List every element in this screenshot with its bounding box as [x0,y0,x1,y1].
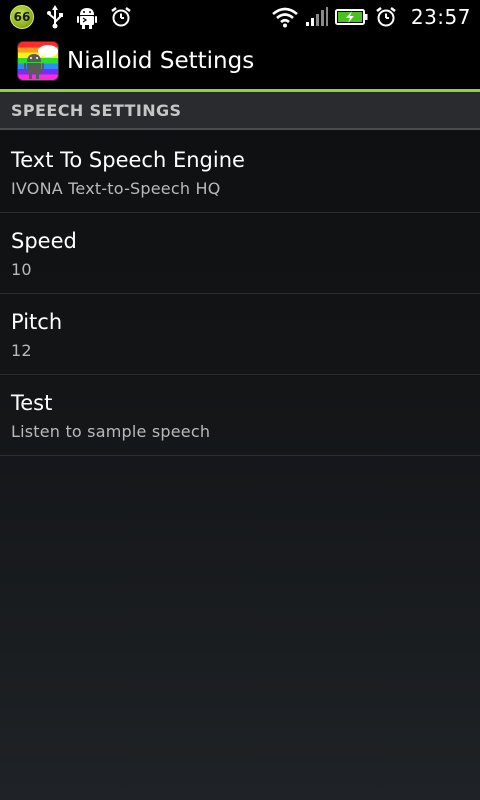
signal-icon [305,6,329,28]
category-label: SPEECH SETTINGS [11,100,182,120]
pref-title: Test [11,391,53,415]
alarm-icon [110,6,132,28]
notification-count-badge: 66 [10,4,34,29]
pref-title: Pitch [11,310,63,334]
status-bar-right: 23:57 [271,0,480,33]
pref-tts-engine[interactable]: Text To Speech Engine IVONA Text-to-Spee… [0,132,480,213]
usb-icon [46,4,64,29]
pref-summary: 10 [11,260,32,279]
screen: 66 23:57 Nialloid Settings SPEECH SETTIN… [0,0,480,800]
preference-list: Text To Speech Engine IVONA Text-to-Spee… [0,132,480,456]
notification-count: 66 [13,9,31,24]
clock: 23:57 [410,4,471,29]
pref-summary: IVONA Text-to-Speech HQ [11,179,221,198]
pref-summary: Listen to sample speech [11,422,211,441]
preference-category-header: SPEECH SETTINGS [0,92,480,130]
pref-pitch[interactable]: Pitch 12 [0,294,480,375]
wifi-icon [271,6,299,28]
status-bar-left: 66 [0,0,132,33]
pref-test[interactable]: Test Listen to sample speech [0,375,480,456]
status-bar: 66 23:57 [0,0,480,33]
pref-title: Speed [11,229,77,253]
pref-title: Text To Speech Engine [11,148,245,172]
alarm-clock-icon [375,6,397,28]
battery-charging-icon [334,7,369,27]
android-debug-icon [76,5,98,29]
pref-speed[interactable]: Speed 10 [0,213,480,294]
app-title: Nialloid Settings [67,48,255,74]
app-icon [17,41,59,81]
title-bar: Nialloid Settings [0,33,480,89]
pref-summary: 12 [11,341,32,360]
